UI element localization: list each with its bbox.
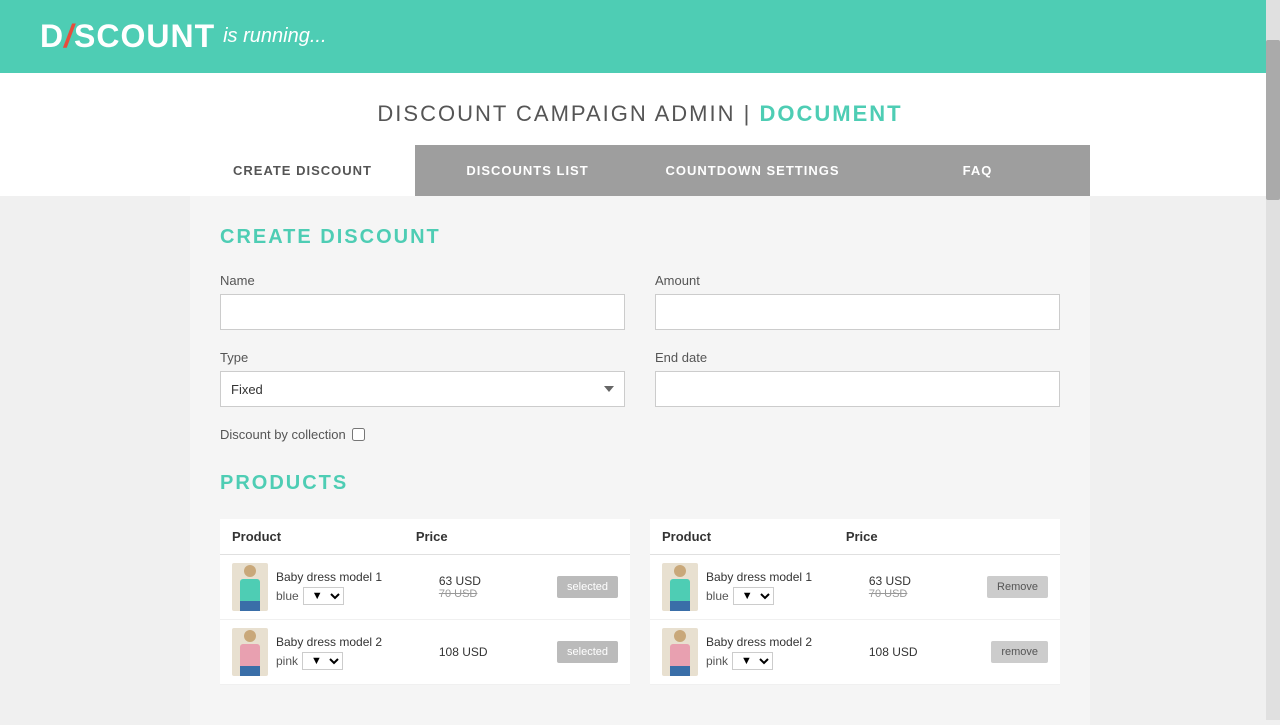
variant-label: blue xyxy=(706,589,729,603)
end-date-group: End date xyxy=(655,350,1060,407)
product-price: 63 USD 70 USD xyxy=(439,574,537,600)
logo-rest: SCOUNT xyxy=(74,18,215,54)
form-row-1: Name Amount xyxy=(220,273,1060,330)
price-current: 108 USD xyxy=(439,645,537,659)
name-input[interactable] xyxy=(220,294,625,330)
product-action: Remove xyxy=(967,576,1048,598)
selected-button[interactable]: selected xyxy=(557,641,618,663)
price-current: 63 USD xyxy=(439,574,537,588)
price-original: 70 USD xyxy=(439,588,537,600)
table-row: Baby dress model 1 blue ▼ 63 USD 70 USD xyxy=(650,555,1060,620)
product-image xyxy=(232,628,268,676)
tabs: CREATE DISCOUNT DISCOUNTS LIST COUNTDOWN… xyxy=(190,145,1090,196)
discount-by-collection-row: Discount by collection xyxy=(220,427,1060,442)
left-table-header: Product Price xyxy=(220,519,630,555)
right-col-price: Price xyxy=(846,529,956,544)
product-variant: pink ▼ xyxy=(706,652,869,670)
products-section: PRODUCTS Product Price xyxy=(220,472,1060,685)
end-date-label: End date xyxy=(655,350,1060,365)
product-price: 108 USD xyxy=(439,645,537,659)
variant-select[interactable]: ▼ xyxy=(303,587,344,605)
product-figure xyxy=(665,565,695,609)
price-original: 70 USD xyxy=(869,588,967,600)
header: D/SCOUNT is running... xyxy=(0,0,1280,73)
remove-button[interactable]: Remove xyxy=(987,576,1048,598)
left-col-price: Price xyxy=(416,529,526,544)
product-image xyxy=(662,628,698,676)
product-action: remove xyxy=(967,641,1048,663)
type-group: Type Fixed Percentage xyxy=(220,350,625,407)
form-row-2: Type Fixed Percentage End date xyxy=(220,350,1060,407)
selected-button[interactable]: selected xyxy=(557,576,618,598)
product-action: selected xyxy=(537,576,618,598)
product-info: Baby dress model 2 pink ▼ xyxy=(276,635,439,670)
table-row: Baby dress model 2 pink ▼ 108 USD xyxy=(650,620,1060,685)
product-name: Baby dress model 1 xyxy=(706,570,869,584)
remove-button[interactable]: remove xyxy=(991,641,1048,663)
logo-percent: / xyxy=(64,18,74,54)
product-name: Baby dress model 2 xyxy=(276,635,439,649)
variant-select[interactable]: ▼ xyxy=(733,587,774,605)
product-image xyxy=(662,563,698,611)
amount-group: Amount xyxy=(655,273,1060,330)
page-title: DISCOUNT CAMPAIGN ADMIN | DOCUMENT xyxy=(0,101,1280,127)
variant-label: pink xyxy=(276,654,298,668)
name-label: Name xyxy=(220,273,625,288)
product-figure xyxy=(235,630,265,674)
product-name: Baby dress model 2 xyxy=(706,635,869,649)
logo: D/SCOUNT xyxy=(40,18,215,55)
tab-discounts-list[interactable]: DISCOUNTS LIST xyxy=(415,145,640,196)
header-subtitle: is running... xyxy=(223,25,326,48)
create-discount-title: CREATE DISCOUNT xyxy=(220,226,1060,249)
page-title-area: DISCOUNT CAMPAIGN ADMIN | DOCUMENT xyxy=(0,73,1280,145)
right-col-product: Product xyxy=(662,529,846,544)
product-image xyxy=(232,563,268,611)
product-variant: blue ▼ xyxy=(276,587,439,605)
variant-select[interactable]: ▼ xyxy=(302,652,343,670)
variant-label: blue xyxy=(276,589,299,603)
discount-by-collection-label: Discount by collection xyxy=(220,427,346,442)
product-name: Baby dress model 1 xyxy=(276,570,439,584)
tab-countdown-settings[interactable]: COUNTDOWN SETTINGS xyxy=(640,145,865,196)
products-table-right: Product Price Baby dress model 1 xyxy=(650,519,1060,685)
end-date-input[interactable] xyxy=(655,371,1060,407)
right-table-header: Product Price xyxy=(650,519,1060,555)
product-info: Baby dress model 1 blue ▼ xyxy=(276,570,439,605)
logo-d: D xyxy=(40,18,64,54)
product-info: Baby dress model 2 pink ▼ xyxy=(706,635,869,670)
scrollbar[interactable] xyxy=(1266,0,1280,720)
product-price: 63 USD 70 USD xyxy=(869,574,967,600)
product-price: 108 USD xyxy=(869,645,967,659)
scrollbar-thumb[interactable] xyxy=(1266,40,1280,200)
variant-select[interactable]: ▼ xyxy=(732,652,773,670)
table-row: Baby dress model 2 pink ▼ 108 USD xyxy=(220,620,630,685)
amount-label: Amount xyxy=(655,273,1060,288)
name-group: Name xyxy=(220,273,625,330)
product-info: Baby dress model 1 blue ▼ xyxy=(706,570,869,605)
amount-input[interactable] xyxy=(655,294,1060,330)
page-title-text: DISCOUNT CAMPAIGN ADMIN | xyxy=(377,101,751,126)
variant-label: pink xyxy=(706,654,728,668)
products-title: PRODUCTS xyxy=(220,472,1060,495)
product-figure xyxy=(665,630,695,674)
main-content: CREATE DISCOUNT Name Amount Type Fixed P… xyxy=(190,196,1090,725)
products-grid: Product Price Baby dress model 1 xyxy=(220,519,1060,685)
price-current: 108 USD xyxy=(869,645,967,659)
discount-by-collection-checkbox[interactable] xyxy=(352,428,365,441)
tab-create-discount[interactable]: CREATE DISCOUNT xyxy=(190,145,415,196)
tab-faq[interactable]: FAQ xyxy=(865,145,1090,196)
type-label: Type xyxy=(220,350,625,365)
document-link[interactable]: DOCUMENT xyxy=(759,101,902,126)
table-row: Baby dress model 1 blue ▼ 63 USD 70 USD xyxy=(220,555,630,620)
product-variant: blue ▼ xyxy=(706,587,869,605)
price-current: 63 USD xyxy=(869,574,967,588)
product-action: selected xyxy=(537,641,618,663)
type-select[interactable]: Fixed Percentage xyxy=(220,371,625,407)
product-variant: pink ▼ xyxy=(276,652,439,670)
products-table-left: Product Price Baby dress model 1 xyxy=(220,519,630,685)
left-col-product: Product xyxy=(232,529,416,544)
product-figure xyxy=(235,565,265,609)
